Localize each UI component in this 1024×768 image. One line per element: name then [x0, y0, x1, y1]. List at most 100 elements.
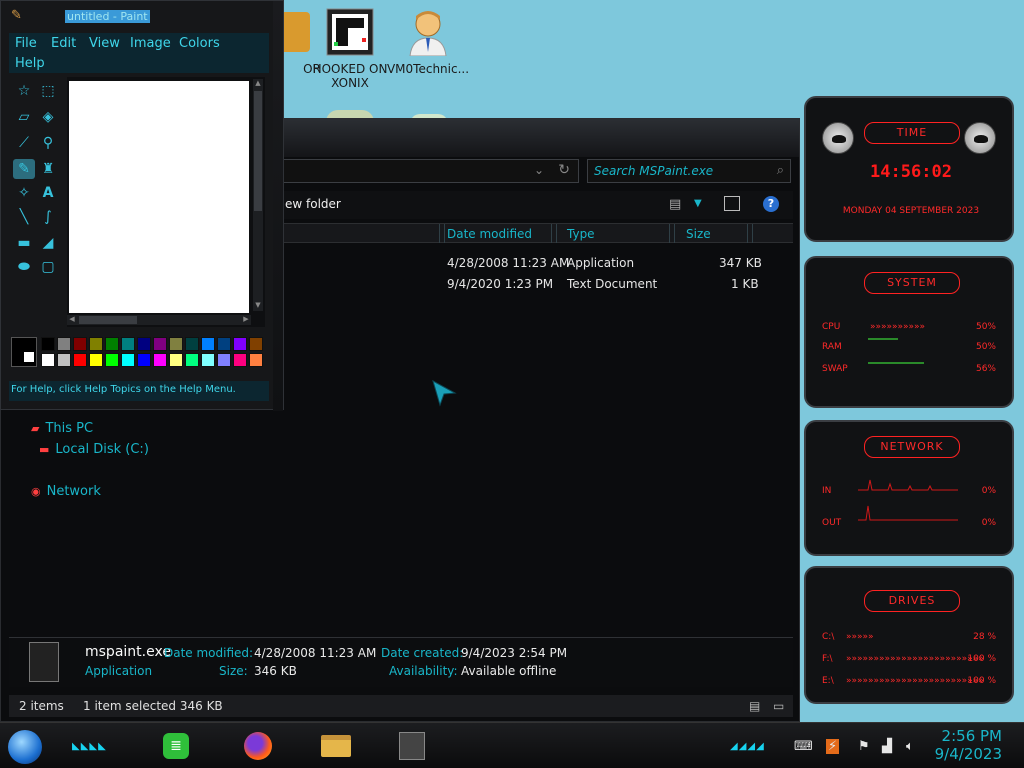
volume-icon[interactable]: 🔈︎	[906, 739, 914, 754]
tray-keyboard-icon[interactable]: ⌨	[794, 739, 813, 754]
taskbar-clock[interactable]: 2:56 PM 9/4/2023	[935, 727, 1002, 763]
column-separator[interactable]	[669, 224, 675, 243]
paint-window[interactable]: ✎ untitled - Paint File Edit View Image …	[0, 0, 284, 411]
column-separator[interactable]	[439, 224, 445, 243]
drives-gadget[interactable]: DRIVES C:\ »»»»» 28 % F:\ »»»»»»»»»»»»»»…	[804, 566, 1014, 704]
brush-icon[interactable]: ♜	[37, 159, 59, 179]
scroll-thumb[interactable]	[254, 91, 262, 211]
taskbar-notes-app[interactable]: ≣	[154, 729, 198, 763]
color-swatch[interactable]	[185, 353, 199, 367]
current-colors[interactable]	[11, 337, 37, 367]
scroll-down-icon[interactable]: ▼	[253, 301, 263, 311]
color-swatch[interactable]	[73, 353, 87, 367]
color-swatch[interactable]	[201, 337, 215, 351]
rect-select-icon[interactable]: ⬚	[37, 81, 59, 101]
color-swatch[interactable]	[169, 337, 183, 351]
color-swatch[interactable]	[185, 337, 199, 351]
menu-edit[interactable]: Edit	[51, 36, 76, 51]
taskbar-file-explorer[interactable]	[314, 729, 358, 763]
column-type[interactable]: Type	[567, 227, 595, 241]
chevron-down-icon[interactable]: ⌄	[534, 163, 544, 177]
network-icon[interactable]: ▟	[882, 739, 892, 754]
horizontal-scrollbar[interactable]: ◀ ▶	[67, 315, 251, 325]
scroll-left-icon[interactable]: ◀	[67, 315, 77, 323]
chevron-down-icon[interactable]: ▼	[694, 198, 702, 209]
color-swatch[interactable]	[233, 353, 247, 367]
color-swatch[interactable]	[233, 337, 247, 351]
taskbar-firefox[interactable]	[236, 729, 280, 763]
color-swatch[interactable]	[105, 353, 119, 367]
address-bar[interactable]: ⌄ ↻	[281, 159, 579, 183]
color-swatch[interactable]	[89, 353, 103, 367]
tray-app-icon[interactable]: ⚡	[826, 739, 840, 754]
line-icon[interactable]: ╲	[13, 207, 35, 227]
details-view-icon[interactable]: ▤	[749, 699, 760, 713]
vertical-scrollbar[interactable]: ▲ ▼	[253, 79, 263, 311]
eraser-icon[interactable]: ▱	[13, 107, 35, 127]
color-swatch[interactable]	[153, 337, 167, 351]
preview-pane-icon[interactable]	[724, 196, 740, 211]
menu-help[interactable]: Help	[15, 56, 45, 71]
color-swatch[interactable]	[121, 337, 135, 351]
help-icon[interactable]: ?	[763, 196, 779, 212]
color-swatch[interactable]	[105, 337, 119, 351]
color-swatch[interactable]	[217, 337, 231, 351]
color-swatch[interactable]	[137, 353, 151, 367]
color-swatch[interactable]	[57, 353, 71, 367]
color-swatch[interactable]	[57, 337, 71, 351]
nav-item-network[interactable]: ◉ Network	[31, 484, 101, 499]
refresh-icon[interactable]: ↻	[558, 162, 570, 178]
taskbar-paint[interactable]	[390, 729, 434, 763]
color-swatch[interactable]	[169, 353, 183, 367]
color-swatch[interactable]	[137, 337, 151, 351]
nav-item-this-pc[interactable]: ▰ This PC	[31, 421, 93, 436]
ellipse-icon[interactable]: ⬬	[13, 257, 35, 277]
color-swatch[interactable]	[41, 337, 55, 351]
color-swatch[interactable]	[153, 353, 167, 367]
scroll-up-icon[interactable]: ▲	[253, 79, 263, 89]
color-picker-icon[interactable]: ⟋	[13, 133, 35, 153]
search-input[interactable]: Search MSPaint.exe ⌕	[587, 159, 791, 183]
curve-icon[interactable]: ∫	[37, 207, 59, 227]
view-options-icon[interactable]: ▤	[669, 197, 681, 212]
column-separator[interactable]	[551, 224, 557, 243]
color-swatch[interactable]	[249, 337, 263, 351]
polygon-icon[interactable]: ◢	[37, 233, 59, 253]
rectangle-icon[interactable]: ▬	[13, 233, 35, 253]
new-folder-button[interactable]: ew folder	[285, 197, 341, 211]
column-date-modified[interactable]: Date modified	[447, 227, 532, 241]
column-size[interactable]: Size	[686, 227, 711, 241]
time-gadget[interactable]: TIME 14:56:02 MONDAY 04 SEPTEMBER 2023	[804, 96, 1014, 242]
fill-icon[interactable]: ◈	[37, 107, 59, 127]
airbrush-icon[interactable]: ✧	[13, 183, 35, 203]
color-swatch[interactable]	[121, 353, 135, 367]
network-gadget[interactable]: NETWORK IN 0% OUT 0%	[804, 420, 1014, 556]
drawing-canvas[interactable]	[69, 81, 249, 313]
free-select-icon[interactable]: ☆	[13, 81, 35, 101]
color-swatch[interactable]	[249, 353, 263, 367]
system-gadget[interactable]: SYSTEM CPU »»»»»»»»»» 50% RAM 50% SWAP 5…	[804, 256, 1014, 408]
menu-colors[interactable]: Colors	[179, 36, 220, 51]
desktop-icon-vm0technic[interactable]: VM0Technic...	[386, 8, 470, 76]
start-button[interactable]	[8, 730, 42, 764]
menu-file[interactable]: File	[15, 36, 37, 51]
scroll-thumb[interactable]	[79, 316, 137, 324]
large-icons-view-icon[interactable]: ▭	[773, 699, 784, 713]
nav-item-local-disk[interactable]: ▬ Local Disk (C:)	[39, 442, 149, 457]
menu-image[interactable]: Image	[130, 36, 171, 51]
rounded-rect-icon[interactable]: ▢	[37, 257, 59, 277]
color-swatch[interactable]	[41, 353, 55, 367]
color-swatch[interactable]	[217, 353, 231, 367]
desktop-icon-hooked-on-xonix[interactable]: HOOKED ON XONIX	[308, 8, 392, 90]
menu-view[interactable]: View	[89, 36, 120, 51]
color-swatch[interactable]	[89, 337, 103, 351]
text-icon[interactable]: A	[37, 183, 59, 203]
magnifier-icon[interactable]: ⚲	[37, 133, 59, 153]
pencil-icon[interactable]: ✎	[13, 159, 35, 179]
table-row[interactable]: 4/28/2008 11:23 AM Application 347 KB	[281, 253, 793, 273]
scroll-right-icon[interactable]: ▶	[241, 315, 251, 323]
color-swatch[interactable]	[73, 337, 87, 351]
color-swatch[interactable]	[201, 353, 215, 367]
table-row[interactable]: 9/4/2020 1:23 PM Text Document 1 KB	[281, 274, 793, 294]
flag-icon[interactable]: ⚑	[858, 739, 870, 754]
